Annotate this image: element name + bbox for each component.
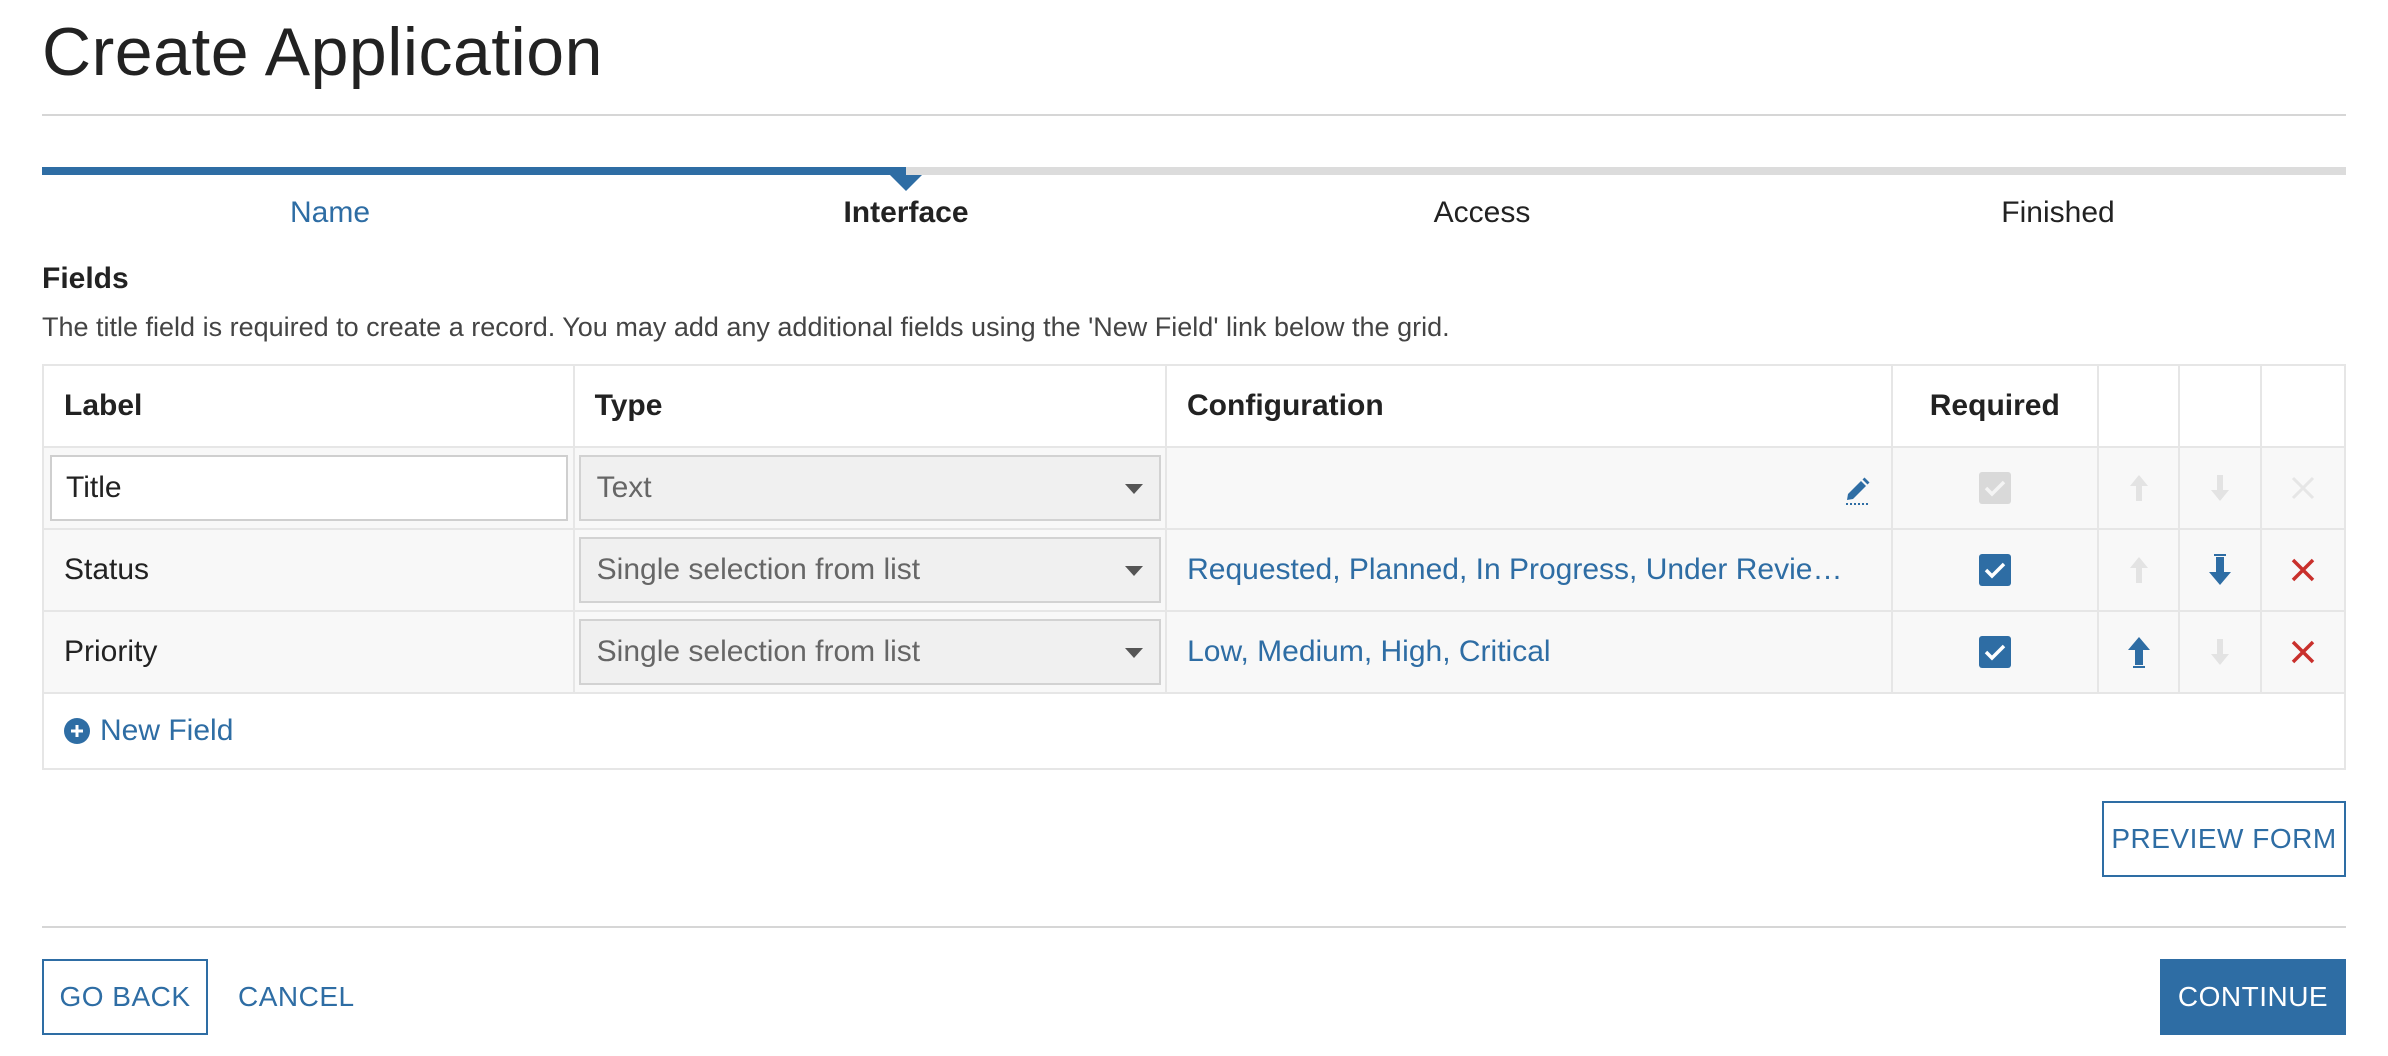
field-type-cell: Single selection from list <box>575 612 1168 692</box>
arrow-down-icon <box>2211 475 2230 501</box>
move-up-button[interactable] <box>2122 635 2156 669</box>
close-icon <box>2291 640 2315 664</box>
column-header-delete <box>2262 366 2344 446</box>
continue-button[interactable]: CONTINUE <box>2160 959 2346 1035</box>
move-down-cell <box>2180 448 2263 528</box>
fields-section-title: Fields <box>42 262 129 295</box>
move-down-button[interactable] <box>2203 553 2237 587</box>
grid-footer-row: New Field <box>44 694 2344 768</box>
move-up-button <box>2122 471 2156 505</box>
move-up-cell <box>2099 530 2181 610</box>
delete-cell <box>2262 530 2344 610</box>
field-label-text: Priority <box>44 612 575 692</box>
close-icon <box>2291 558 2315 582</box>
arrow-up-icon <box>2127 637 2150 668</box>
wizard-step-name[interactable]: Name <box>42 191 618 235</box>
footer-divider <box>42 926 2346 928</box>
wizard-step-access: Access <box>1433 196 1531 229</box>
fields-section-description: The title field is required to create a … <box>42 312 1450 342</box>
column-header-label: Label <box>44 366 575 446</box>
field-type-cell: Single selection from list <box>575 530 1168 610</box>
field-type-value: Single selection from list <box>596 635 921 668</box>
field-label-text: Status <box>44 530 575 610</box>
move-up-cell <box>2099 612 2181 692</box>
column-header-move-down <box>2180 366 2263 446</box>
wizard-step-finished: Finished <box>2001 196 2115 229</box>
move-up-cell <box>2099 448 2181 528</box>
check-icon <box>1984 480 2006 497</box>
grid-header-row: Label Type Configuration Required <box>44 366 2344 448</box>
field-configuration-link[interactable]: Low, Medium, High, Critical <box>1167 612 1891 692</box>
plus-circle-icon <box>64 718 90 744</box>
new-field-label: New Field <box>100 714 234 747</box>
field-configuration-cell: Requested, Planned, In Progress, Under R… <box>1167 530 1894 610</box>
field-required-checkbox[interactable] <box>1978 554 2011 586</box>
field-type-cell: Text <box>575 448 1168 528</box>
arrow-up-icon <box>2129 475 2148 501</box>
arrow-up-icon <box>2129 557 2148 583</box>
delete-field-button[interactable] <box>2286 635 2320 669</box>
pencil-icon[interactable] <box>1843 472 1871 506</box>
field-type-value: Single selection from list <box>596 553 921 586</box>
field-required-cell <box>1893 612 2099 692</box>
field-type-select[interactable]: Single selection from list <box>578 537 1161 603</box>
delete-field-button <box>2286 471 2320 505</box>
delete-field-button[interactable] <box>2286 553 2320 587</box>
go-back-button[interactable]: GO BACK <box>42 959 208 1035</box>
check-icon <box>1984 562 2006 579</box>
column-header-configuration: Configuration <box>1167 366 1894 446</box>
field-configuration-cell: Low, Medium, High, Critical <box>1167 612 1894 692</box>
column-header-type: Type <box>575 366 1168 446</box>
caret-down-icon <box>1124 566 1143 576</box>
field-configuration-link[interactable]: Requested, Planned, In Progress, Under R… <box>1167 530 1891 610</box>
delete-cell <box>2262 612 2344 692</box>
page-title: Create Application <box>42 14 603 90</box>
title-divider <box>42 114 2346 116</box>
field-type-select[interactable]: Single selection from list <box>578 619 1161 685</box>
field-required-cell <box>1893 448 2099 528</box>
cancel-button[interactable]: CANCEL <box>238 959 355 1035</box>
field-label-input[interactable] <box>50 455 568 521</box>
field-required-checkbox <box>1978 472 2011 504</box>
caret-down-icon <box>1124 484 1143 494</box>
move-down-button <box>2203 471 2237 505</box>
field-label-cell <box>44 448 575 528</box>
wizard-current-pointer <box>890 175 922 191</box>
create-application-page: Create Application Name Interface Access… <box>0 0 2388 1056</box>
column-header-move-up <box>2099 366 2181 446</box>
move-down-cell <box>2180 530 2263 610</box>
move-up-button <box>2122 553 2156 587</box>
caret-down-icon <box>1124 648 1143 658</box>
close-icon <box>2292 476 2315 500</box>
table-row: Status Single selection from list Reques… <box>44 530 2344 612</box>
fields-grid: Label Type Configuration Required Text <box>42 364 2346 770</box>
table-row: Text <box>44 448 2344 530</box>
field-required-cell <box>1893 530 2099 610</box>
move-down-cell <box>2180 612 2263 692</box>
field-required-checkbox[interactable] <box>1978 636 2011 668</box>
check-icon <box>1984 644 2006 661</box>
wizard-progress-bar <box>42 167 906 175</box>
new-field-link[interactable]: New Field <box>44 694 233 768</box>
wizard-stepper: Name Interface Access Finished <box>42 167 2346 237</box>
table-row: Priority Single selection from list Low,… <box>44 612 2344 694</box>
column-header-required: Required <box>1893 366 2099 446</box>
field-type-value: Text <box>596 471 652 504</box>
move-down-button <box>2203 635 2237 669</box>
field-type-select[interactable]: Text <box>578 455 1161 521</box>
arrow-down-icon <box>2209 554 2232 585</box>
field-configuration-cell <box>1167 448 1894 528</box>
wizard-step-interface: Interface <box>843 196 969 229</box>
arrow-down-icon <box>2211 639 2230 665</box>
preview-form-button[interactable]: PREVIEW FORM <box>2102 801 2346 877</box>
delete-cell <box>2262 448 2344 528</box>
